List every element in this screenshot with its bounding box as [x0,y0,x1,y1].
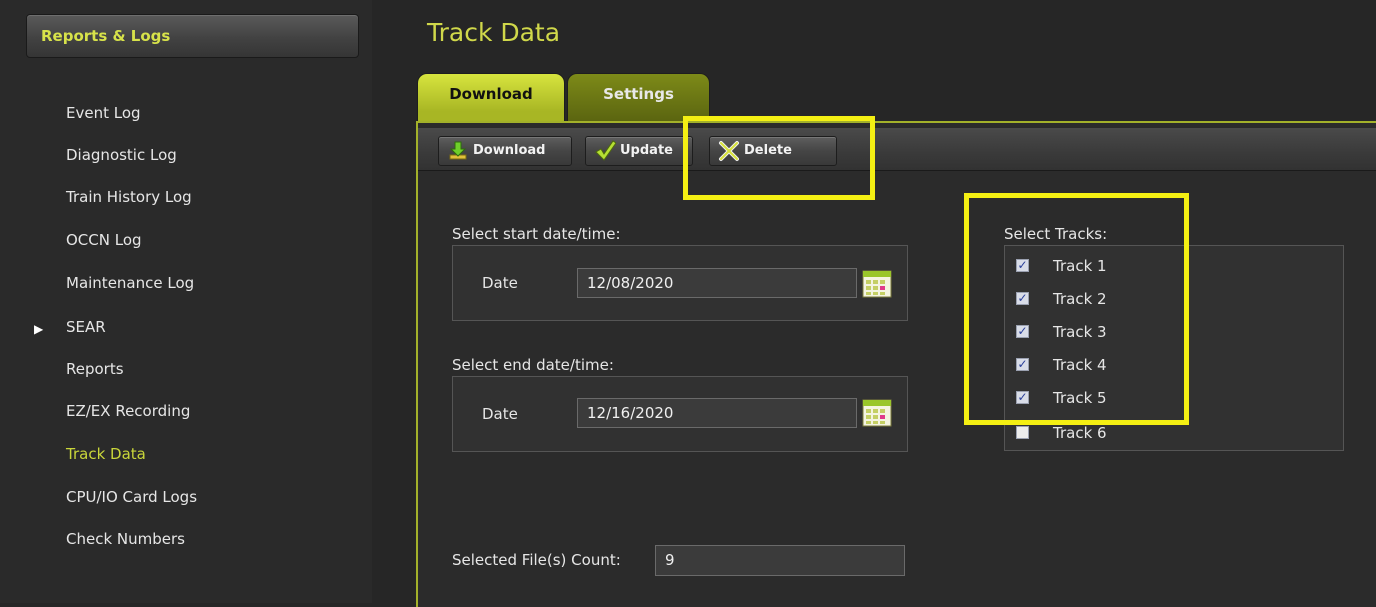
track-3-checkbox[interactable]: ✓ [1016,325,1029,338]
calendar-icon[interactable] [862,268,892,298]
sidebar-header[interactable]: Reports & Logs [26,14,359,58]
track-3-label: Track 3 [1053,323,1107,341]
sidebar-item-diagnostic-log[interactable]: Diagnostic Log [66,144,177,166]
tab-settings[interactable]: Settings [567,73,710,121]
download-button-label: Download [473,143,546,158]
update-button[interactable]: Update [585,136,693,166]
sidebar-item-cpu-io-card-logs[interactable]: CPU/IO Card Logs [66,486,197,508]
end-date-label: Date [482,405,518,423]
sidebar-item-occn-log[interactable]: OCCN Log [66,229,142,251]
sidebar-item-check-numbers[interactable]: Check Numbers [66,528,185,550]
file-count-field: 9 [655,545,905,576]
sidebar-item-sear[interactable]: SEAR [66,316,106,338]
tab-download[interactable]: Download [417,73,565,121]
update-button-label: Update [620,143,673,158]
triangle-right-icon[interactable]: ▶ [34,322,43,336]
track-5-checkbox[interactable]: ✓ [1016,391,1029,404]
end-date-input[interactable]: 12/16/2020 [577,398,857,428]
delete-button[interactable]: Delete [709,136,837,166]
track-1-checkbox[interactable]: ✓ [1016,259,1029,272]
sidebar-item-maintenance-log[interactable]: Maintenance Log [66,272,194,294]
track-1-label: Track 1 [1053,257,1107,275]
download-arrow-icon [449,141,467,160]
track-5-label: Track 5 [1053,389,1107,407]
checkmark-icon [595,140,616,161]
select-tracks-heading: Select Tracks: [1004,225,1108,243]
sidebar-item-track-data[interactable]: Track Data [66,443,146,465]
track-6-checkbox[interactable]: ✓ [1016,426,1029,439]
track-4-label: Track 4 [1053,356,1107,374]
x-icon [719,141,739,161]
start-datetime-heading: Select start date/time: [452,225,621,243]
file-count-label: Selected File(s) Count: [452,551,621,569]
delete-button-label: Delete [744,143,792,158]
track-2-label: Track 2 [1053,290,1107,308]
sidebar-item-reports[interactable]: Reports [66,358,124,380]
track-6-label: Track 6 [1053,424,1107,442]
calendar-icon[interactable] [862,397,892,427]
start-date-input[interactable]: 12/08/2020 [577,268,857,298]
track-4-checkbox[interactable]: ✓ [1016,358,1029,371]
sidebar [0,0,372,603]
download-button[interactable]: Download [438,136,572,166]
page-title: Track Data [427,18,561,47]
sidebar-item-train-history-log[interactable]: Train History Log [66,186,192,208]
start-date-label: Date [482,274,518,292]
end-datetime-heading: Select end date/time: [452,356,614,374]
sidebar-item-event-log[interactable]: Event Log [66,102,141,124]
track-2-checkbox[interactable]: ✓ [1016,292,1029,305]
sidebar-item-ez-ex-recording[interactable]: EZ/EX Recording [66,400,190,422]
